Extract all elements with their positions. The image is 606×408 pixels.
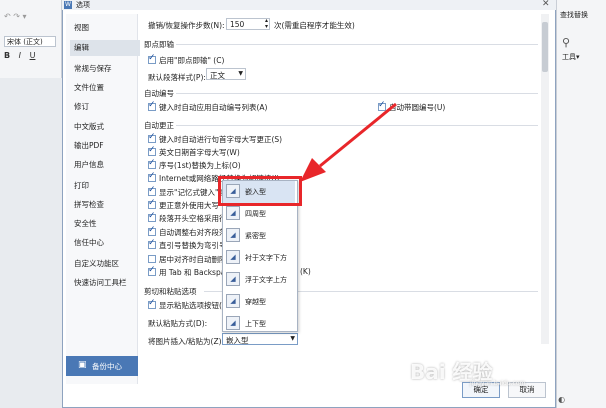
annotation-arrow: [300, 102, 397, 182]
baidu-watermark-sub: jingyan.baidu.com: [470, 380, 526, 387]
